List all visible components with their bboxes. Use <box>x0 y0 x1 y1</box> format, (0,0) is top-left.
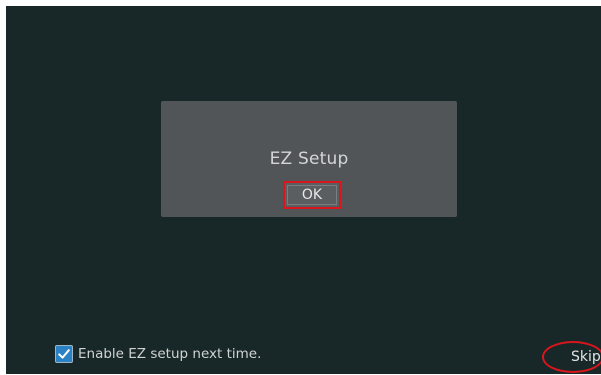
dialog-title: EZ Setup <box>269 149 349 169</box>
skip-label: Skip <box>571 349 601 365</box>
skip-button[interactable]: Skip <box>542 341 601 375</box>
enable-ez-setup-option[interactable]: Enable EZ setup next time. <box>55 344 261 364</box>
enable-ez-setup-checkbox[interactable] <box>55 345 73 363</box>
ez-setup-screen: EZ Setup OK Enable EZ setup next time. S… <box>6 6 601 374</box>
ok-button-label: OK <box>301 187 323 203</box>
ok-button[interactable]: OK <box>283 181 341 209</box>
checkmark-icon <box>58 349 70 359</box>
enable-ez-setup-label: Enable EZ setup next time. <box>78 346 262 362</box>
ez-setup-dialog: EZ Setup OK <box>161 101 457 217</box>
